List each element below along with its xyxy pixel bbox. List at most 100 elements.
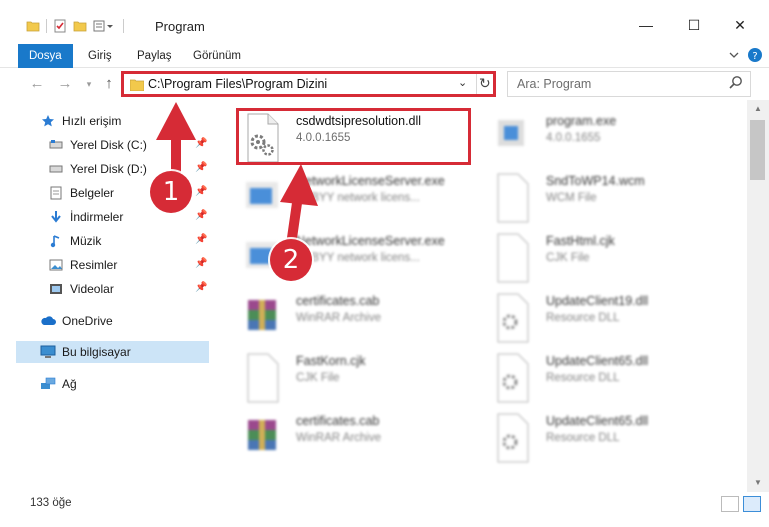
forward-button[interactable]: → [56, 74, 74, 94]
file-name: program.exe [546, 114, 617, 128]
blank-file-icon [497, 173, 529, 223]
file-meta: Resource DLL [546, 372, 620, 384]
new-folder-icon[interactable] [73, 19, 87, 33]
tiles-view-icon[interactable] [743, 496, 761, 512]
star-icon [40, 113, 56, 129]
file-item[interactable]: program.exe 4.0.0.1655 [488, 110, 728, 170]
back-button[interactable]: ← [28, 74, 46, 94]
pin-icon[interactable]: 📌 [195, 234, 207, 245]
network-icon [40, 376, 56, 392]
search-input[interactable]: Ara: Program [507, 71, 751, 97]
window-title: Program [155, 19, 205, 34]
dll-gear-icon [497, 413, 529, 463]
properties-icon[interactable] [53, 19, 67, 33]
quick-access-toolbar [26, 17, 124, 35]
file-item[interactable]: SndToWP14.wcm WCM File [488, 170, 728, 230]
details-view-icon[interactable] [721, 496, 739, 512]
maximize-button[interactable]: ☐ [671, 10, 717, 40]
sidebar-item-pictures[interactable]: Resimler 📌 [0, 254, 210, 276]
file-meta: 4.0.0.1655 [546, 132, 601, 144]
toolbar-divider [123, 19, 124, 33]
address-bar[interactable]: C:\Program Files\Program Dizini ⌄ ↻ [121, 71, 496, 97]
music-icon [48, 233, 64, 249]
scroll-down-button[interactable]: ▼ [747, 474, 769, 492]
file-name: UpdateClient65.dll [546, 354, 649, 368]
ribbon-tabs: Dosya Giriş Paylaş Görünüm ? [0, 44, 769, 68]
tab-home[interactable]: Giriş [77, 44, 123, 68]
sidebar-item-this-pc[interactable]: Bu bilgisayar [16, 341, 209, 363]
title-bar: Program — ☐ ✕ [0, 0, 769, 44]
highlight-box [236, 108, 471, 165]
pin-icon[interactable]: 📌 [195, 210, 207, 221]
chevron-down-icon[interactable] [729, 50, 739, 60]
sidebar-item-network[interactable]: Ağ [0, 373, 210, 395]
tab-file[interactable]: Dosya [18, 44, 73, 68]
address-path[interactable]: C:\Program Files\Program Dizini [148, 77, 327, 91]
folder-icon[interactable] [26, 19, 40, 33]
drive-icon [48, 137, 64, 153]
file-meta: CJK File [546, 252, 590, 264]
blank-file-icon [497, 233, 529, 283]
file-item[interactable]: certificates.cab WinRAR Archive [238, 410, 478, 470]
up-button[interactable]: ↑ [100, 74, 118, 94]
file-item[interactable]: FastKorn.cjk CJK File [238, 350, 478, 410]
file-item[interactable]: FastHtml.cjk CJK File [488, 230, 728, 290]
sidebar-item-label: Bu bilgisayar [62, 345, 131, 359]
file-item[interactable]: UpdateClient65.dll Resource DLL [488, 410, 728, 470]
sidebar-item-label: Videolar [70, 282, 114, 296]
file-name: certificates.cab [296, 414, 380, 428]
videos-icon [48, 281, 64, 297]
sidebar-item-onedrive[interactable]: OneDrive [0, 310, 210, 332]
file-name: FastHtml.cjk [546, 234, 615, 248]
exe-icon [498, 120, 524, 146]
sidebar-item-label: Belgeler [70, 186, 115, 200]
documents-icon [48, 185, 64, 201]
view-switcher [721, 496, 761, 512]
winrar-icon [248, 300, 276, 330]
scroll-up-button[interactable]: ▲ [747, 100, 769, 118]
recent-locations-button[interactable]: ▾ [80, 74, 98, 94]
search-placeholder: Ara: Program [517, 77, 592, 91]
pin-icon[interactable]: 📌 [195, 258, 207, 269]
download-icon [48, 209, 64, 225]
sidebar-item-label: Ağ [62, 377, 77, 391]
sidebar-item-label: OneDrive [62, 314, 113, 328]
sidebar-item-label: Yerel Disk (C:) [70, 138, 147, 152]
file-name: UpdateClient19.dll [546, 294, 649, 308]
step-badge-2: 2 [270, 239, 312, 281]
sidebar-item-music[interactable]: Müzik 📌 [0, 230, 210, 252]
file-item[interactable]: UpdateClient65.dll Resource DLL [488, 350, 728, 410]
refresh-icon[interactable]: ↻ [479, 75, 491, 92]
sidebar-item-label: İndirmeler [70, 210, 124, 224]
sidebar-item-label: Yerel Disk (D:) [70, 162, 147, 176]
file-item[interactable]: UpdateClient19.dll Resource DLL [488, 290, 728, 350]
cloud-icon [40, 313, 56, 329]
svg-text:?: ? [752, 51, 757, 62]
customize-toolbar-icon[interactable] [93, 19, 115, 33]
tab-share[interactable]: Paylaş [126, 44, 183, 68]
blank-file-icon [247, 353, 279, 403]
vertical-scrollbar[interactable]: ▲ ▼ [747, 100, 769, 492]
file-name: certificates.cab [296, 294, 380, 308]
pin-icon[interactable]: 📌 [195, 282, 207, 293]
address-divider [476, 74, 477, 94]
close-button[interactable]: ✕ [717, 10, 763, 40]
status-bar: 133 öğe [0, 492, 769, 527]
minimize-button[interactable]: — [623, 10, 669, 40]
dll-gear-icon [497, 353, 529, 403]
file-meta: WinRAR Archive [296, 432, 381, 444]
item-count: 133 öğe [30, 497, 72, 509]
winrar-icon [248, 420, 276, 450]
scroll-thumb[interactable] [750, 120, 765, 180]
file-meta: Resource DLL [546, 432, 620, 444]
sidebar-item-videos[interactable]: Videolar 📌 [0, 278, 210, 300]
computer-icon [40, 344, 56, 360]
file-meta: WCM File [546, 192, 597, 204]
file-item[interactable]: certificates.cab WinRAR Archive [238, 290, 478, 350]
chevron-down-icon[interactable]: ⌄ [458, 76, 467, 89]
dll-gear-icon [497, 293, 529, 343]
tab-view[interactable]: Görünüm [182, 44, 252, 68]
search-icon[interactable] [728, 75, 744, 91]
file-meta: Resource DLL [546, 312, 620, 324]
help-icon[interactable]: ? [747, 47, 763, 63]
